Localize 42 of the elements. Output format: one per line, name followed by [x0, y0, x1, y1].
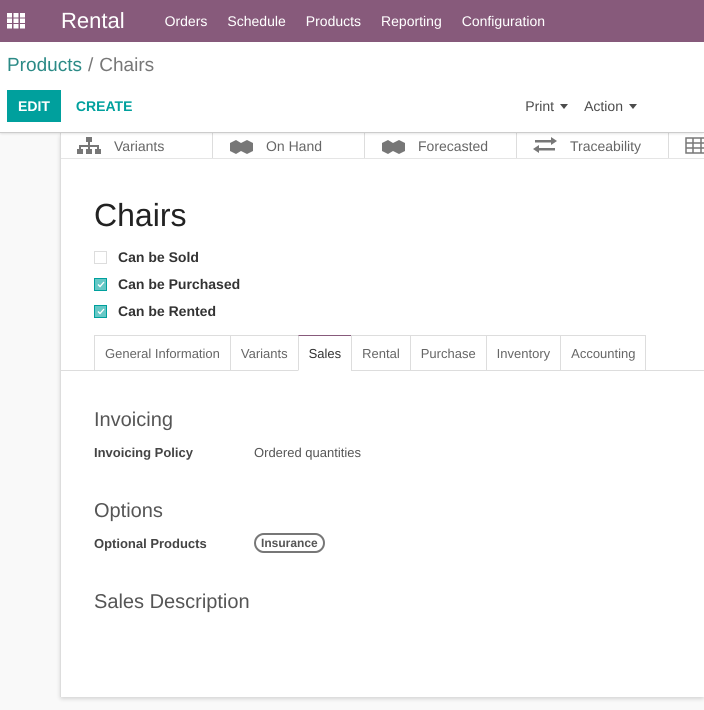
tab[interactable]: Rental — [351, 335, 411, 371]
tab[interactable]: General Information — [94, 335, 231, 371]
app-title: Rental — [61, 8, 125, 34]
check-icon — [96, 308, 104, 314]
nav-menu-item[interactable]: Orders — [164, 13, 208, 29]
product-name: Chairs — [94, 197, 188, 235]
apps-menu-icon[interactable] — [7, 13, 25, 29]
breadcrumb-current: Chairs — [99, 55, 154, 77]
checkbox-label: Can be Sold — [118, 249, 199, 265]
checkbox-label: Can be Purchased — [118, 276, 240, 292]
section-title: Invoicing — [94, 409, 174, 432]
stat-button[interactable]: Variants — [61, 133, 213, 158]
arrows-icon — [532, 136, 558, 154]
nav-menu-item[interactable]: Reporting — [381, 13, 442, 29]
dropdown-button[interactable]: Action — [576, 90, 645, 122]
nav-menu-item[interactable]: Products — [306, 13, 362, 29]
stat-button[interactable]: On Hand — [213, 133, 365, 158]
dropdown-button[interactable]: Print — [517, 90, 576, 122]
field-value: Ordered quantities — [254, 444, 361, 460]
checkbox[interactable] — [94, 278, 107, 290]
caret-icon — [629, 104, 637, 108]
breadcrumb-link[interactable]: Products — [7, 55, 82, 77]
product-tag: Insurance — [254, 533, 325, 553]
section-title: Options — [94, 500, 164, 523]
variants-icon — [76, 136, 102, 154]
caret-icon — [560, 104, 568, 108]
tab[interactable]: Sales — [298, 335, 352, 371]
stat-button[interactable]: Traceability — [517, 133, 669, 158]
field-label: Optional Products — [94, 536, 208, 550]
stat-button[interactable]: Forecasted — [365, 133, 517, 158]
checkbox[interactable] — [94, 304, 107, 318]
checkbox-label: Can be Rented — [118, 303, 216, 319]
tab[interactable]: Accounting — [560, 335, 646, 371]
edit-button[interactable]: EDIT — [7, 90, 61, 122]
nav-menu-item[interactable]: Configuration — [462, 13, 546, 29]
nav-menu-item[interactable]: Schedule — [227, 13, 286, 29]
section-title: Sales Description — [94, 591, 251, 614]
field-label: Invoicing Policy — [94, 444, 194, 460]
grid-icon — [684, 136, 704, 154]
breadcrumb-separator: / — [88, 55, 94, 77]
check-icon — [96, 280, 104, 288]
create-button[interactable]: CREATE — [64, 90, 144, 122]
